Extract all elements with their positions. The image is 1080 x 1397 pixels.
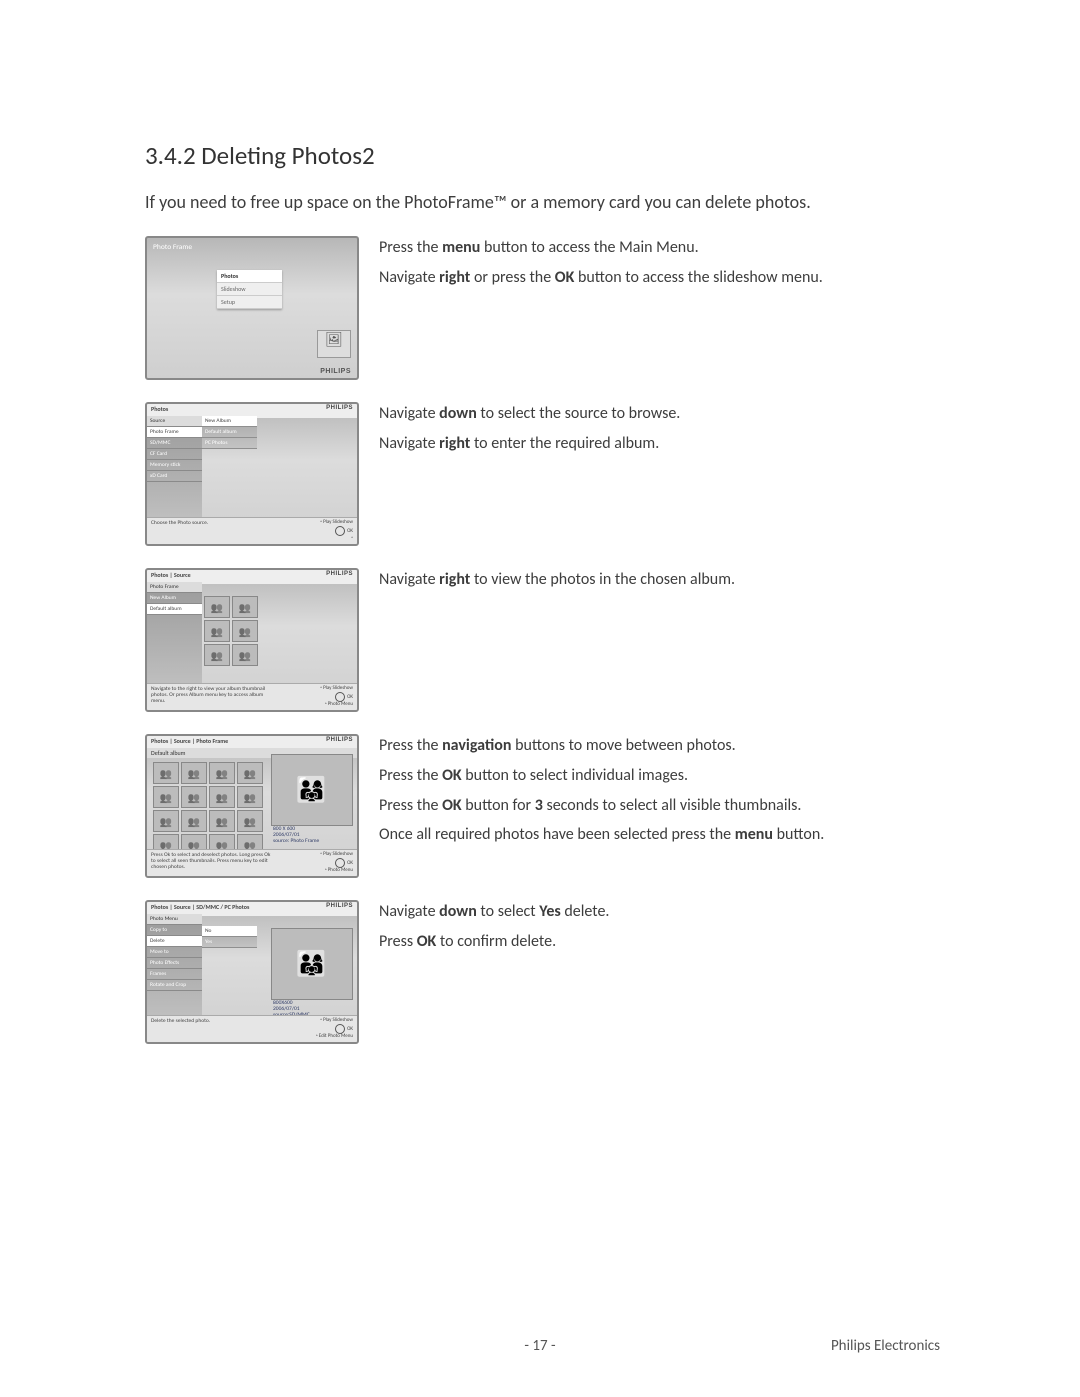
preview-icon	[317, 330, 351, 358]
photo-menu: Photo MenuCopy toDeleteMove toPhoto Effe…	[147, 914, 202, 1020]
main-menu: PhotosSlideshowSetup	[217, 270, 282, 309]
instruction-step: Photo Frame PhotosSlideshowSetup PHILIPS…	[145, 236, 940, 380]
screenshot: Photos | SourcePHILIPS Photo FrameNew Al…	[145, 568, 359, 712]
instruction-step: PhotosPHILIPS SourcePhoto FrameSD/MMCCF …	[145, 402, 940, 546]
company-name: Philips Electronics	[831, 1337, 940, 1355]
instruction-line: Press the OK button to select individual…	[379, 764, 940, 789]
selected-photo-preview	[271, 754, 353, 826]
instruction-line: Navigate right or press the OK button to…	[379, 266, 940, 291]
instruction-line: Navigate right to view the photos in the…	[379, 568, 940, 593]
instruction-line: Navigate down to select Yes delete.	[379, 900, 940, 925]
instruction-text: Navigate down to select the source to br…	[359, 402, 940, 462]
instruction-line: Press the menu button to access the Main…	[379, 236, 940, 261]
instruction-line: Press the OK button for 3 seconds to sel…	[379, 794, 940, 819]
instruction-step: Photos | Source | SD/MMC / PC PhotosPHIL…	[145, 900, 940, 1044]
instruction-line: Press the navigation buttons to move bet…	[379, 734, 940, 759]
source-list: SourcePhoto FrameSD/MMCCF CardMemory sti…	[147, 416, 202, 522]
instruction-step: Photos | Source | Photo FramePHILIPS Def…	[145, 734, 940, 878]
album-list: Photo FrameNew AlbumDefault album	[147, 582, 202, 688]
instruction-line: Navigate down to select the source to br…	[379, 402, 940, 427]
section-number: 3.4.2	[145, 140, 196, 171]
album-list: New AlbumDefault albumPC Photos	[202, 416, 257, 449]
instruction-step: Photos | SourcePHILIPS Photo FrameNew Al…	[145, 568, 940, 712]
screenshot: Photo Frame PhotosSlideshowSetup PHILIPS	[145, 236, 359, 380]
brand-logo: PHILIPS	[320, 368, 351, 375]
instruction-text: Navigate right to view the photos in the…	[359, 568, 940, 598]
instruction-line: Press OK to confirm delete.	[379, 930, 940, 955]
frame-title: Photo Frame	[153, 243, 192, 252]
section-heading: 3.4.2 Deleting Photos2	[145, 140, 940, 171]
delete-options: NoYes	[202, 926, 257, 948]
instruction-text: Navigate down to select Yes delete. Press…	[359, 900, 940, 960]
instruction-line: Navigate right to enter the required alb…	[379, 432, 940, 457]
instruction-text: Press the menu button to access the Main…	[359, 236, 940, 296]
instruction-line: Once all required photos have been selec…	[379, 823, 940, 848]
instruction-text: Press the navigation buttons to move bet…	[359, 734, 940, 853]
screenshot: Photos | Source | SD/MMC / PC PhotosPHIL…	[145, 900, 359, 1044]
page-number: - 17 -	[524, 1337, 555, 1355]
intro-text: If you need to free up space on the Phot…	[145, 189, 940, 216]
screenshot: Photos | Source | Photo FramePHILIPS Def…	[145, 734, 359, 878]
screenshot: PhotosPHILIPS SourcePhoto FrameSD/MMCCF …	[145, 402, 359, 546]
selected-photo-preview	[271, 928, 353, 1000]
section-title-text: Deleting Photos2	[201, 140, 374, 171]
